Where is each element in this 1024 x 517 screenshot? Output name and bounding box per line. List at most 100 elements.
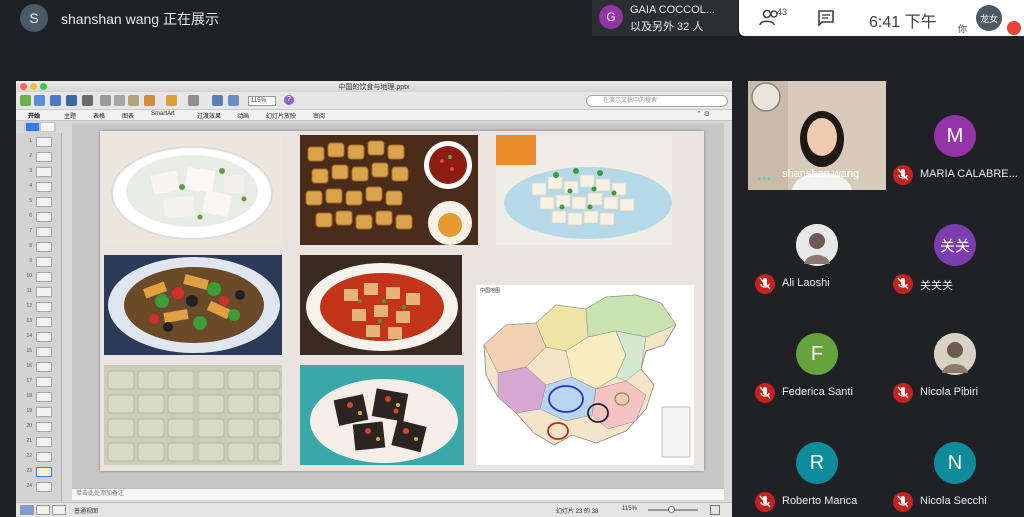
self-avatar[interactable]: 龙女 bbox=[976, 5, 1002, 31]
cold-tofu-photo bbox=[496, 135, 672, 245]
ribbon-options-icon[interactable]: ⌃ ⚙ bbox=[696, 110, 710, 118]
slide-number: 20 bbox=[26, 423, 32, 429]
slide-preview bbox=[36, 257, 52, 267]
slide-sorter-button[interactable] bbox=[36, 505, 50, 515]
tab-home[interactable]: 开始 bbox=[28, 111, 40, 120]
slide-thumbnail[interactable]: 24 bbox=[16, 481, 62, 494]
slide-thumbnail[interactable]: 18 bbox=[16, 391, 62, 404]
slide-thumbnail[interactable]: 3 bbox=[16, 166, 62, 179]
slide-preview bbox=[36, 377, 52, 387]
undo-icon[interactable] bbox=[166, 95, 177, 106]
others-count: 以及另外 32 人 bbox=[630, 21, 704, 33]
participant-tile[interactable]: R Roberto Manca bbox=[748, 408, 886, 517]
slide-preview bbox=[36, 242, 52, 252]
print-icon[interactable] bbox=[82, 95, 93, 106]
slide-thumbnail[interactable]: 17 bbox=[16, 376, 62, 389]
participant-tile[interactable]: 关关 关关关 bbox=[886, 190, 1024, 299]
slide-number: 18 bbox=[26, 393, 32, 399]
slide-thumbnail[interactable]: 8 bbox=[16, 241, 62, 254]
slide-preview bbox=[36, 152, 52, 162]
slide-thumbnail[interactable]: 4 bbox=[16, 181, 62, 194]
zoom-slider[interactable] bbox=[648, 506, 698, 513]
save-icon[interactable] bbox=[66, 95, 77, 106]
slide-number: 17 bbox=[26, 378, 32, 384]
slide-thumbnail[interactable]: 2 bbox=[16, 151, 62, 164]
participant-tile[interactable]: N Nicola Secchi bbox=[886, 408, 1024, 517]
format-painter-icon[interactable] bbox=[144, 95, 155, 106]
tab-tables[interactable]: 表格 bbox=[93, 111, 105, 120]
clock: 6:41 下午 bbox=[869, 14, 937, 31]
template-icon[interactable] bbox=[34, 95, 45, 106]
others-avatar: G bbox=[599, 5, 623, 29]
slide-thumbnail[interactable]: 6 bbox=[16, 211, 62, 224]
open-icon[interactable] bbox=[50, 95, 61, 106]
paste-icon[interactable] bbox=[128, 95, 139, 106]
help-icon[interactable]: ? bbox=[284, 95, 294, 105]
slide-preview bbox=[36, 137, 52, 147]
slide-thumbnail[interactable]: 16 bbox=[16, 361, 62, 374]
participant-tile[interactable]: ••• shanshan wang bbox=[748, 81, 886, 190]
slide-number: 2 bbox=[29, 153, 32, 159]
slide-number: 12 bbox=[26, 303, 32, 309]
slideshow-button[interactable] bbox=[52, 505, 66, 515]
slide-thumbnail[interactable]: 1 bbox=[16, 136, 62, 149]
participant-tile[interactable]: M MARIA CALABRE... bbox=[886, 81, 1024, 190]
chat-icon[interactable] bbox=[817, 9, 835, 27]
slide-thumbnail[interactable]: 5 bbox=[16, 196, 62, 209]
other-participants-chip[interactable]: G GAIA COCCOL... 以及另外 32 人 bbox=[592, 0, 738, 36]
tab-transitions[interactable]: 过渡效果 bbox=[197, 111, 221, 120]
slide-preview bbox=[36, 167, 52, 177]
slide-preview bbox=[36, 302, 52, 312]
participant-tile[interactable]: Ali Laoshi bbox=[748, 190, 886, 299]
slideshow-icon[interactable] bbox=[212, 95, 223, 106]
outline-view-button[interactable] bbox=[41, 123, 54, 131]
participant-tile[interactable]: Nicola Pibiri bbox=[886, 299, 1024, 408]
view-icon[interactable] bbox=[228, 95, 239, 106]
tab-animations[interactable]: 动画 bbox=[237, 111, 249, 120]
search-input[interactable]: 在演示文稿中的搜索 bbox=[586, 95, 728, 107]
slide-thumbnail[interactable]: 12 bbox=[16, 301, 62, 314]
notes-field[interactable]: 单击此处添加备注 bbox=[72, 488, 724, 500]
copy-icon[interactable] bbox=[114, 95, 125, 106]
redo-icon[interactable] bbox=[188, 95, 199, 106]
zoom-slider-knob[interactable] bbox=[668, 506, 675, 513]
zoom-select[interactable]: 115% bbox=[248, 96, 276, 106]
slide-thumbnail[interactable]: 23 bbox=[16, 466, 62, 479]
tab-themes[interactable]: 主题 bbox=[64, 111, 76, 120]
presentation-window: 中国的饮食与地理.pptx 115% ? 在演示文稿中的搜索 开始 主题 表格 … bbox=[16, 81, 732, 517]
slide-thumbnail[interactable]: 13 bbox=[16, 316, 62, 329]
cut-icon[interactable] bbox=[100, 95, 111, 106]
tab-review[interactable]: 审阅 bbox=[313, 111, 325, 120]
slide-thumbnail[interactable]: 19 bbox=[16, 406, 62, 419]
slide-thumbnail[interactable]: 9 bbox=[16, 256, 62, 269]
slides-view-button[interactable] bbox=[26, 123, 39, 131]
normal-view-button[interactable] bbox=[20, 505, 34, 515]
black-stinky-tofu-photo bbox=[300, 365, 464, 465]
slide-thumbnail[interactable]: 14 bbox=[16, 331, 62, 344]
slide-number: 22 bbox=[26, 453, 32, 459]
participant-name: Nicola Secchi bbox=[920, 495, 987, 507]
slide-number: 5 bbox=[29, 198, 32, 204]
map-title: 中国地图 bbox=[480, 288, 501, 294]
participant-avatar: 关关 bbox=[934, 224, 976, 266]
slide-thumbnail[interactable]: 21 bbox=[16, 436, 62, 449]
fit-to-window-button[interactable] bbox=[710, 505, 720, 515]
tab-smartart[interactable]: SmartArt bbox=[151, 111, 175, 117]
slide-thumbnails: 1 2 3 4 5 6 7 8 9 10 11 12 13 14 15 16 17 18 19 20 21 22 23 24 bbox=[16, 133, 62, 502]
pane-view-toggle[interactable] bbox=[24, 122, 56, 132]
participant-avatar: R bbox=[796, 442, 838, 484]
tab-slideshow[interactable]: 幻灯片放映 bbox=[266, 111, 296, 120]
slide-preview bbox=[36, 422, 52, 432]
slide-thumbnail[interactable]: 11 bbox=[16, 286, 62, 299]
new-icon[interactable] bbox=[20, 95, 31, 106]
tab-charts[interactable]: 图表 bbox=[122, 111, 134, 120]
meet-screen: S shanshan wang 正在展示 G GAIA COCCOL... 以及… bbox=[0, 0, 1024, 517]
participant-tile[interactable]: F Federica Santi bbox=[748, 299, 886, 408]
others-name: GAIA COCCOL... bbox=[630, 4, 715, 16]
slide-thumbnail[interactable]: 7 bbox=[16, 226, 62, 239]
status-view: 普通视图 bbox=[74, 509, 99, 515]
slide-thumbnail[interactable]: 22 bbox=[16, 451, 62, 464]
slide-thumbnail[interactable]: 15 bbox=[16, 346, 62, 359]
slide-thumbnail[interactable]: 20 bbox=[16, 421, 62, 434]
slide-thumbnail[interactable]: 10 bbox=[16, 271, 62, 284]
